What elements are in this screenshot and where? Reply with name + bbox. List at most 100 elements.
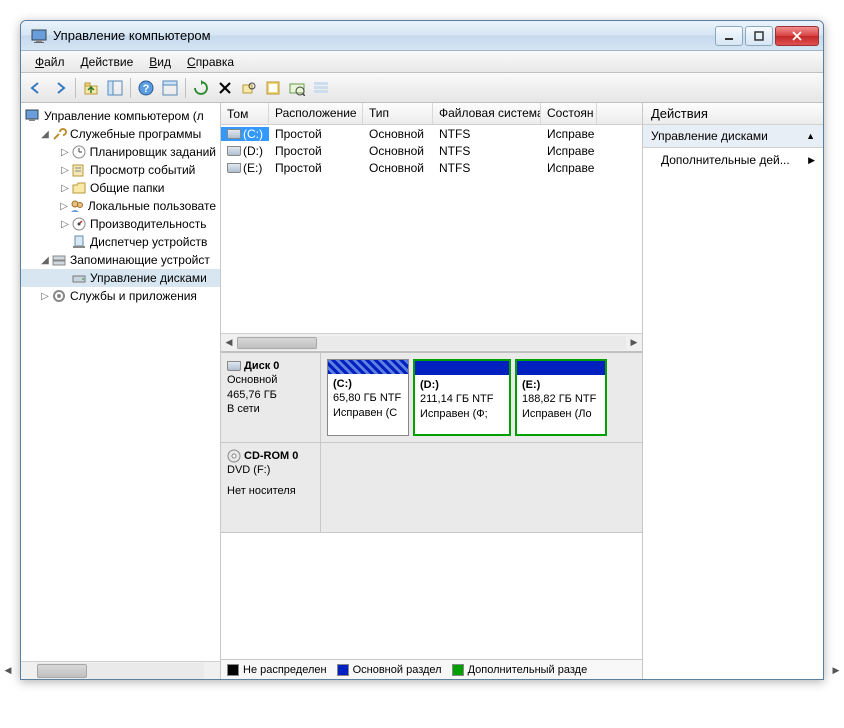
legend: Не распределен Основной раздел Дополните…: [221, 659, 642, 679]
menu-help[interactable]: Справка: [179, 53, 242, 71]
collapse-icon[interactable]: ◢: [39, 255, 51, 266]
folder-icon: [71, 180, 87, 196]
partition-e-bar: [517, 361, 605, 375]
expand-icon[interactable]: ▷: [59, 219, 71, 230]
drive-icon: [227, 146, 241, 156]
partition-c-bar: [328, 360, 408, 374]
menu-view[interactable]: Вид: [141, 53, 179, 71]
volume-list-hscrollbar[interactable]: ◀ ▶: [221, 333, 642, 351]
expand-icon[interactable]: ▷: [59, 147, 71, 158]
tree-system-tools-label: Служебные программы: [70, 127, 201, 141]
collapse-icon[interactable]: ◢: [39, 129, 51, 140]
show-hide-tree-button[interactable]: [104, 77, 126, 99]
legend-ext-label: Дополнительный разде: [468, 664, 588, 676]
partition-e[interactable]: (E:) 188,82 ГБ NTF Исправен (Ло: [515, 359, 607, 436]
close-button[interactable]: [775, 26, 819, 46]
volume-list[interactable]: Том Расположение Тип Файловая система Со…: [221, 103, 642, 353]
expand-icon[interactable]: ▷: [59, 183, 71, 194]
disk-0-row[interactable]: Диск 0 Основной 465,76 ГБ В сети (C:) 65…: [221, 353, 642, 443]
actions-section-label: Управление дисками: [651, 129, 768, 143]
properties-button[interactable]: [159, 77, 181, 99]
col-type[interactable]: Тип: [363, 103, 433, 124]
tree-event-viewer[interactable]: ▷ Просмотр событий: [21, 161, 220, 179]
tree-event-viewer-label: Просмотр событий: [90, 163, 195, 177]
col-state[interactable]: Состоян: [541, 103, 597, 124]
maximize-button[interactable]: [745, 26, 773, 46]
actions-section[interactable]: Управление дисками ▲: [643, 125, 823, 148]
app-window: Управление компьютером Файл Действие Вид…: [20, 20, 824, 680]
drive-icon: [227, 361, 241, 371]
tree-services[interactable]: ▷ Службы и приложения: [21, 287, 220, 305]
tree-device-manager-label: Диспетчер устройств: [90, 235, 207, 249]
settings-icon[interactable]: [238, 77, 260, 99]
expand-icon[interactable]: ▷: [39, 291, 51, 302]
tree-services-label: Службы и приложения: [70, 289, 197, 303]
refresh-button[interactable]: [190, 77, 212, 99]
menubar: Файл Действие Вид Справка: [21, 51, 823, 73]
disk-0-map: (C:) 65,80 ГБ NTF Исправен (С (D:) 211,1…: [321, 353, 642, 442]
up-button[interactable]: [80, 77, 102, 99]
tree-performance[interactable]: ▷ Производительность: [21, 215, 220, 233]
menu-action[interactable]: Действие: [73, 53, 142, 71]
drive-icon: [227, 163, 241, 173]
actions-more-label: Дополнительные дей...: [661, 153, 790, 167]
window-title: Управление компьютером: [53, 28, 715, 43]
partition-d[interactable]: (D:) 211,14 ГБ NTF Исправен (Ф;: [413, 359, 511, 436]
tree-root[interactable]: Управление компьютером (л: [21, 107, 220, 125]
services-icon: [51, 288, 67, 304]
delete-icon[interactable]: [214, 77, 236, 99]
perf-icon: [71, 216, 87, 232]
partition-d-bar: [415, 361, 509, 375]
cdrom-0-row[interactable]: CD-ROM 0 DVD (F:) Нет носителя: [221, 443, 642, 533]
volume-list-header[interactable]: Том Расположение Тип Файловая система Со…: [221, 103, 642, 125]
legend-ext-swatch: [452, 664, 464, 676]
minimize-button[interactable]: [715, 26, 743, 46]
center-panel: Том Расположение Тип Файловая система Со…: [221, 103, 643, 679]
tree-disk-management-label: Управление дисками: [90, 271, 207, 285]
tree-shared-folders[interactable]: ▷ Общие папки: [21, 179, 220, 197]
tree-device-manager[interactable]: ▷ Диспетчер устройств: [21, 233, 220, 251]
titlebar[interactable]: Управление компьютером: [21, 21, 823, 51]
actions-panel: Действия Управление дисками ▲ Дополнител…: [643, 103, 823, 679]
tree-shared-folders-label: Общие папки: [90, 181, 164, 195]
computer-icon: [25, 108, 41, 124]
tree-task-scheduler[interactable]: ▷ Планировщик заданий: [21, 143, 220, 161]
tree-task-scheduler-label: Планировщик заданий: [90, 145, 216, 159]
tree-storage[interactable]: ◢ Запоминающие устройст: [21, 251, 220, 269]
col-filesystem[interactable]: Файловая система: [433, 103, 541, 124]
tree-performance-label: Производительность: [90, 217, 206, 231]
back-button[interactable]: [25, 77, 47, 99]
help-button[interactable]: ?: [135, 77, 157, 99]
tree-panel: Управление компьютером (л ◢ Служебные пр…: [21, 103, 221, 679]
action-icon[interactable]: [262, 77, 284, 99]
actions-more[interactable]: Дополнительные дей... ▶: [643, 148, 823, 172]
menu-file[interactable]: Файл: [27, 53, 73, 71]
list-icon[interactable]: [310, 77, 332, 99]
tree-body[interactable]: Управление компьютером (л ◢ Служебные пр…: [21, 103, 220, 661]
view-icon[interactable]: [286, 77, 308, 99]
disk-graphical-view: Диск 0 Основной 465,76 ГБ В сети (C:) 65…: [221, 353, 642, 679]
col-volume[interactable]: Том: [221, 103, 269, 124]
forward-button[interactable]: [49, 77, 71, 99]
legend-unalloc-swatch: [227, 664, 239, 676]
tree-storage-label: Запоминающие устройст: [70, 253, 210, 267]
cdrom-0-info: CD-ROM 0 DVD (F:) Нет носителя: [221, 443, 321, 532]
toolbar: ?: [21, 73, 823, 103]
volume-row[interactable]: (D:)ПростойОсновнойNTFSИсправе: [221, 142, 642, 159]
partition-c[interactable]: (C:) 65,80 ГБ NTF Исправен (С: [327, 359, 409, 436]
tree-hscrollbar[interactable]: ◀ ▶: [21, 661, 220, 679]
volume-row[interactable]: (E:)ПростойОсновнойNTFSИсправе: [221, 159, 642, 176]
drive-icon: [227, 129, 241, 139]
volume-row[interactable]: (C:)ПростойОсновнойNTFSИсправе: [221, 125, 642, 142]
tree-disk-management[interactable]: ▷ Управление дисками: [21, 269, 220, 287]
tree-local-users[interactable]: ▷ Локальные пользовате: [21, 197, 220, 215]
app-icon: [31, 28, 47, 44]
tree-system-tools[interactable]: ◢ Служебные программы: [21, 125, 220, 143]
event-icon: [71, 162, 87, 178]
actions-title: Действия: [643, 103, 823, 125]
content-area: Управление компьютером (л ◢ Служебные пр…: [21, 103, 823, 679]
expand-icon[interactable]: ▷: [59, 165, 71, 176]
col-layout[interactable]: Расположение: [269, 103, 363, 124]
expand-icon[interactable]: ▷: [59, 201, 69, 212]
users-icon: [69, 198, 85, 214]
